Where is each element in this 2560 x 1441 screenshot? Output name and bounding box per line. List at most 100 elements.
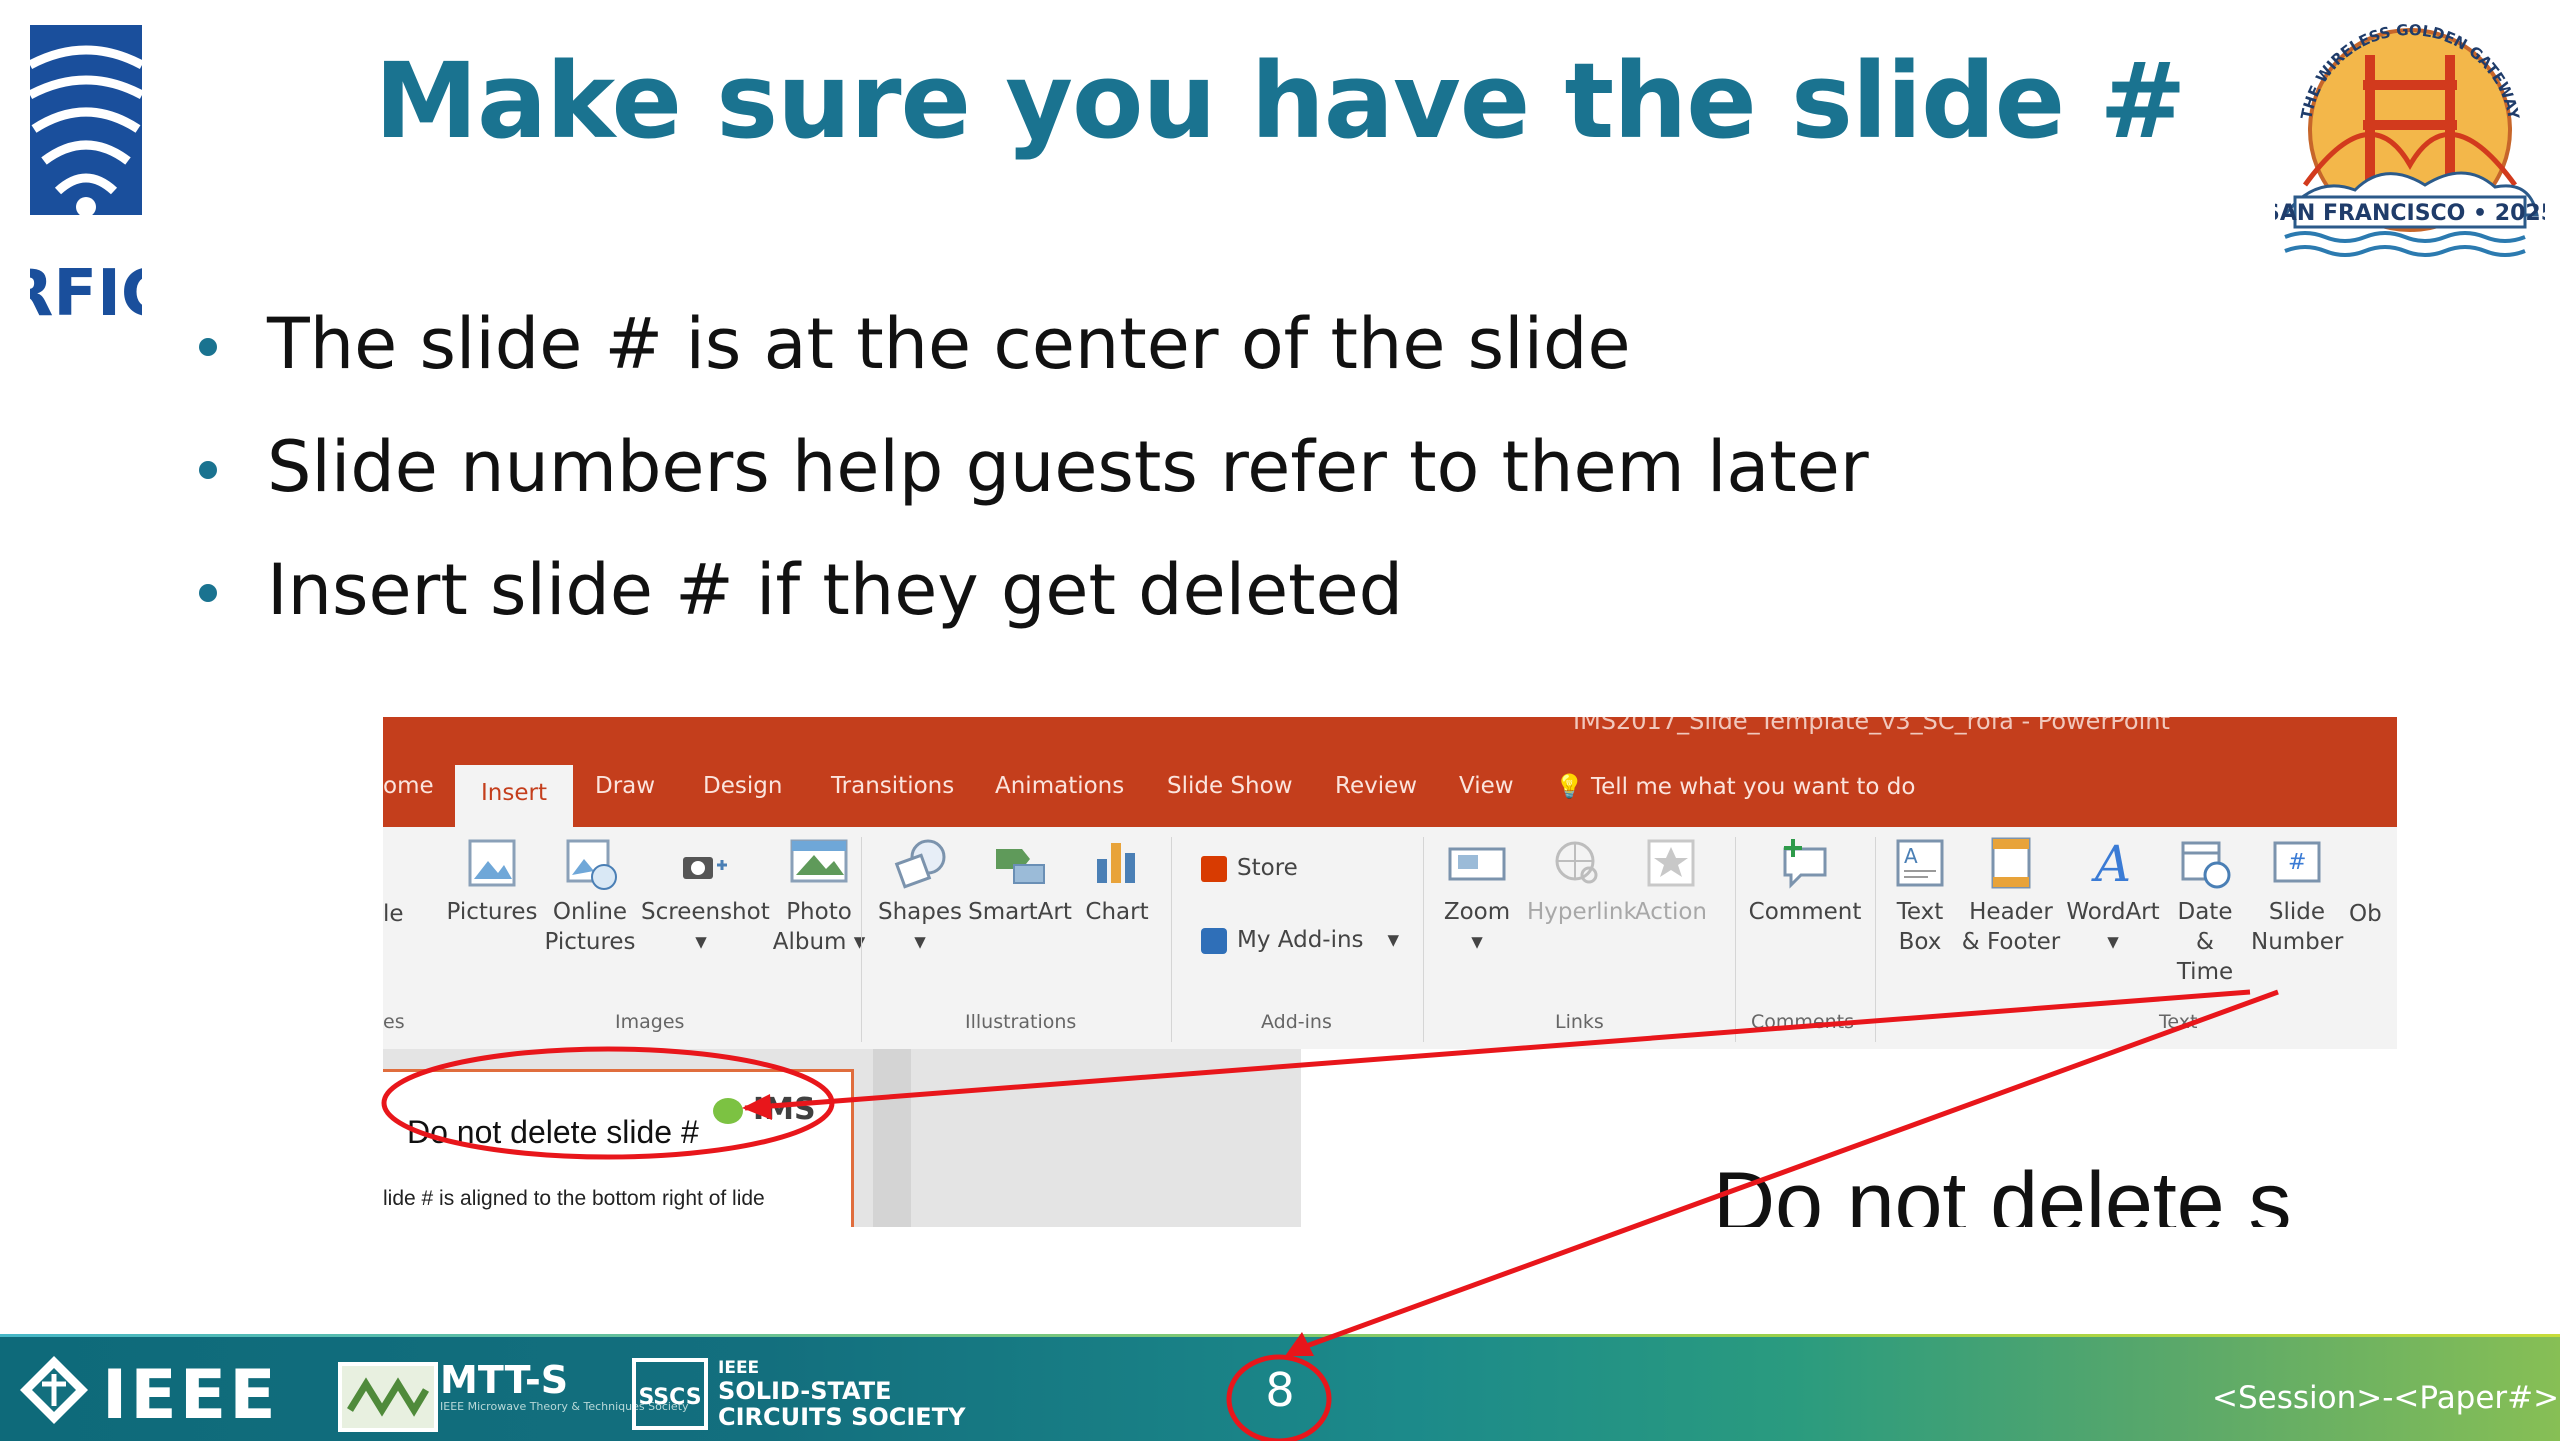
tab-review[interactable]: Review <box>1335 773 1417 799</box>
svg-text:A: A <box>2091 835 2131 891</box>
ims-logo-text: IMS <box>753 1092 816 1127</box>
ppt-workspace: IMS Do not delete slide # lide # is alig… <box>383 1049 2397 1227</box>
bullet-text: Slide numbers help guests refer to them … <box>267 426 1869 508</box>
tab-transitions[interactable]: Transitions <box>831 773 954 799</box>
badge-banner-text: SAN FRANCISCO • 2025 <box>2275 201 2545 226</box>
group-comments-label: Comments <box>1751 1011 1854 1033</box>
thumbnail-do-not-delete-text: Do not delete slide # <box>407 1114 699 1150</box>
tab-animations[interactable]: Animations <box>995 773 1124 799</box>
online-pictures-label-2: Pictures <box>544 929 636 955</box>
slide-title: Make sure you have the slide # <box>374 40 2186 162</box>
smartart-icon <box>996 849 1045 884</box>
session-paper-label: <Session>-<Paper#> <box>2212 1380 2560 1416</box>
partial-button[interactable]: le <box>383 899 404 929</box>
photo-album-label-1: Photo <box>786 899 852 925</box>
action-label: Action <box>1634 899 1708 925</box>
chevron-down-icon: ▾ <box>1387 927 1400 953</box>
chevron-down-icon: ▾ <box>914 929 926 955</box>
bullet-item: Insert slide # if they get deleted <box>195 536 1869 659</box>
pictures-button[interactable]: Pictures <box>445 835 539 927</box>
online-pictures-icon <box>566 839 617 890</box>
ieee-logo-text: IEEE <box>102 1356 279 1435</box>
tab-view[interactable]: View <box>1459 773 1514 799</box>
tab-home[interactable]: ome <box>383 773 434 799</box>
addins-icon <box>1201 927 1227 954</box>
shapes-button[interactable]: Shapes ▾ <box>875 835 965 957</box>
chart-button[interactable]: Chart <box>1077 835 1157 927</box>
photo-album-button[interactable]: Photo Album ▾ <box>767 835 871 957</box>
camera-icon <box>683 857 727 879</box>
text-box-button[interactable]: A Text Box <box>1885 835 1955 957</box>
bullet-item: Slide numbers help guests refer to them … <box>195 413 1869 536</box>
pictures-icon <box>468 839 516 887</box>
ribbon-separator <box>1875 837 1876 1042</box>
thumbnail-caption: lide # is aligned to the bottom right of… <box>383 1187 765 1210</box>
tab-slide-show[interactable]: Slide Show <box>1167 773 1293 799</box>
bullet-text: Insert slide # if they get deleted <box>267 549 1404 631</box>
ieee-diamond-icon <box>20 1356 88 1424</box>
chevron-down-icon: ▾ <box>1471 929 1483 955</box>
date-time-label-1: Date & <box>2177 899 2233 955</box>
header-footer-button[interactable]: Header & Footer <box>1961 835 2061 957</box>
slide-number-label-1: Slide <box>2268 899 2326 925</box>
comment-button[interactable]: Comment <box>1745 835 1865 927</box>
store-button[interactable]: Store <box>1201 855 1298 882</box>
zoom-icon <box>1448 847 1506 881</box>
online-pictures-button[interactable]: Online Pictures <box>543 835 637 957</box>
hyperlink-button[interactable]: Hyperlink <box>1527 835 1637 927</box>
date-time-button[interactable]: Date & Time <box>2165 835 2245 987</box>
screenshot-label: Screenshot <box>641 899 770 925</box>
ribbon-separator <box>861 837 862 1042</box>
object-button[interactable]: Ob <box>2349 899 2382 929</box>
my-addins-label: My Add-ins <box>1237 927 1364 953</box>
slide-thumbnail[interactable]: IMS Do not delete slide # lide # is alig… <box>383 1069 854 1227</box>
bullet-item: The slide # is at the center of the slid… <box>195 290 1869 413</box>
slide-number-button[interactable]: # Slide Number <box>2251 835 2343 957</box>
powerpoint-screenshot: IMS2017_Slide_Template_v3_SC_rofa - Powe… <box>383 717 2397 1227</box>
tab-insert[interactable]: Insert <box>455 765 573 827</box>
group-illustrations-label: Illustrations <box>965 1011 1077 1033</box>
pictures-label: Pictures <box>446 899 538 925</box>
bullet-list: The slide # is at the center of the slid… <box>195 290 1869 659</box>
group-partial-label: es <box>383 1011 405 1033</box>
sscs-line-2: SOLID-STATE <box>718 1377 892 1405</box>
wordart-label: WordArt <box>2066 899 2160 925</box>
ppt-title-bar: IMS2017_Slide_Template_v3_SC_rofa - Powe… <box>383 717 2397 755</box>
hyperlink-label: Hyperlink <box>1527 899 1637 925</box>
svg-text:#: # <box>2288 850 2306 875</box>
zoom-button[interactable]: Zoom ▾ <box>1441 835 1513 957</box>
bullet-dot <box>199 338 217 356</box>
group-links-label: Links <box>1555 1011 1604 1033</box>
my-addins-button[interactable]: My Add-ins ▾ <box>1201 927 1399 954</box>
canvas-do-not-delete-text: Do not delete s <box>1713 1155 2292 1227</box>
ppt-ribbon: le Pictures Online Pictures Screenshot ▾ … <box>383 827 2397 1049</box>
group-addins-label: Add-ins <box>1261 1011 1332 1033</box>
text-box-icon: A <box>1896 839 1944 887</box>
chart-icon <box>1097 843 1135 883</box>
chart-label: Chart <box>1085 899 1149 925</box>
thumbnail-scrollbar[interactable] <box>873 1049 911 1227</box>
bullet-dot <box>199 584 217 602</box>
wordart-button[interactable]: A WordArt ▾ <box>2065 835 2161 957</box>
screenshot-button[interactable]: Screenshot ▾ <box>641 835 770 957</box>
mtts-wave-icon <box>347 1377 430 1417</box>
smartart-button[interactable]: SmartArt <box>968 835 1072 927</box>
tell-me-text: Tell me what you want to do <box>1590 774 1916 800</box>
svg-text:A: A <box>1904 844 1918 868</box>
sscs-line-3: CIRCUITS SOCIETY <box>718 1403 966 1431</box>
ribbon-separator <box>1171 837 1172 1042</box>
sscs-logo-mark: SSCS <box>632 1358 708 1430</box>
star-icon <box>1647 839 1695 887</box>
ppt-ribbon-tabs: ome Insert Draw Design Transitions Anima… <box>383 755 2397 827</box>
tab-design[interactable]: Design <box>703 773 782 799</box>
tab-draw[interactable]: Draw <box>595 773 655 799</box>
online-pictures-label-1: Online <box>552 899 628 925</box>
action-button[interactable]: Action <box>1633 835 1709 927</box>
slide-number: 8 <box>1265 1363 1295 1417</box>
ims-logo-mark <box>713 1098 743 1124</box>
zoom-label: Zoom <box>1443 899 1511 925</box>
slide-number-label-2: Number <box>2251 929 2344 955</box>
tell-me-box[interactable]: 💡 Tell me what you want to do <box>1555 773 1915 800</box>
group-images-label: Images <box>615 1011 685 1033</box>
photo-album-icon <box>790 839 848 883</box>
